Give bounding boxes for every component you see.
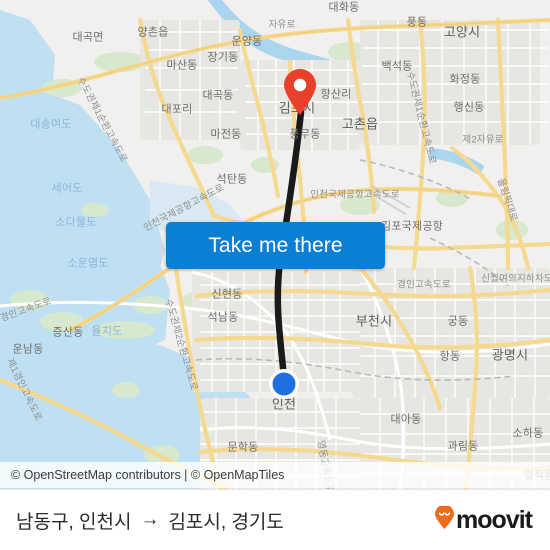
map-label: 소하동	[512, 427, 544, 440]
map-label: 율치도	[91, 325, 123, 338]
map-label: 고양시	[443, 24, 481, 40]
map-label: 소운염도	[67, 257, 109, 270]
map-label: 대화동	[328, 1, 360, 14]
take-me-there-button[interactable]: Take me there	[166, 222, 385, 269]
trip-origin: 남동구, 인천시	[16, 511, 132, 533]
map-label: 석남동	[207, 311, 239, 324]
map-label: 고촌읍	[341, 116, 379, 132]
destination-marker-icon[interactable]	[282, 68, 318, 116]
map-label: 궁동	[447, 315, 469, 328]
moovit-pin-icon	[434, 504, 455, 535]
map-label: 행신동	[453, 101, 485, 114]
map-label: 신현동	[211, 288, 243, 301]
map-attribution: © OpenStreetMap contributors | © OpenMap…	[0, 462, 550, 488]
map-label: 부천시	[355, 313, 393, 329]
moovit-logo[interactable]: moovit	[434, 504, 533, 535]
trip-destination: 김포시, 경기도	[168, 511, 284, 533]
map-label: 장기동	[207, 51, 239, 64]
origin-marker-icon[interactable]	[268, 368, 300, 400]
map-label: 화정동	[449, 73, 481, 86]
map-label: 인천국제공항고속도로	[310, 189, 400, 201]
map-label: 김포국제공항	[381, 220, 443, 233]
map-label: 운남동	[12, 343, 44, 356]
map-label: 제2자유로	[462, 134, 504, 146]
map-label: 과림동	[447, 440, 479, 453]
map-label: 마전동	[210, 128, 242, 141]
map-label: 대아동	[390, 413, 422, 426]
footer-bar: 남동구, 인천시 → 김포시, 경기도 moovit	[0, 489, 550, 550]
map-label: 풍무동	[289, 128, 321, 141]
moovit-wordmark: moovit	[456, 505, 533, 534]
map-label: 대송여도	[30, 118, 72, 131]
map-label: 대포리	[161, 103, 193, 116]
arrow-right-icon: →	[140, 509, 160, 530]
map-label: 세어도	[51, 182, 83, 195]
map-label: 향산리	[320, 88, 352, 101]
map-label: 양촌읍	[137, 26, 169, 39]
map-label: 운양동	[231, 35, 263, 48]
map-label: 광명시	[491, 347, 529, 363]
map-label: 인천	[271, 396, 297, 412]
map-label: 백석동	[381, 60, 413, 73]
map-label: 소다물도	[55, 216, 97, 229]
attribution-text[interactable]: © OpenStreetMap contributors | © OpenMap…	[11, 468, 284, 482]
map-label: 경인고속도로	[397, 279, 451, 291]
map-label: 증산동	[52, 326, 84, 339]
map-label: 문학동	[227, 441, 259, 454]
map-label: 자유로	[268, 19, 296, 31]
map-canvas[interactable]: 대곡면 양촌읍운양동 자유로 대화동풍동고양시장기동마산동 백석동화정동향산리행신동 대곡…	[0, 0, 550, 489]
moovit-trip-map-card: 대곡면 양촌읍운양동 자유로 대화동풍동고양시장기동마산동 백석동화정동향산리행신동 대곡…	[0, 0, 550, 550]
map-label: 풍동	[406, 16, 428, 29]
map-label: 신월여의지하차도	[481, 273, 550, 285]
map-label: 항동	[439, 350, 461, 363]
map-label: 대곡면	[72, 31, 104, 44]
map-label: 대곡동	[202, 89, 234, 102]
map-label: 마산동	[166, 59, 198, 72]
trip-summary: 남동구, 인천시 → 김포시, 경기도	[16, 507, 284, 534]
